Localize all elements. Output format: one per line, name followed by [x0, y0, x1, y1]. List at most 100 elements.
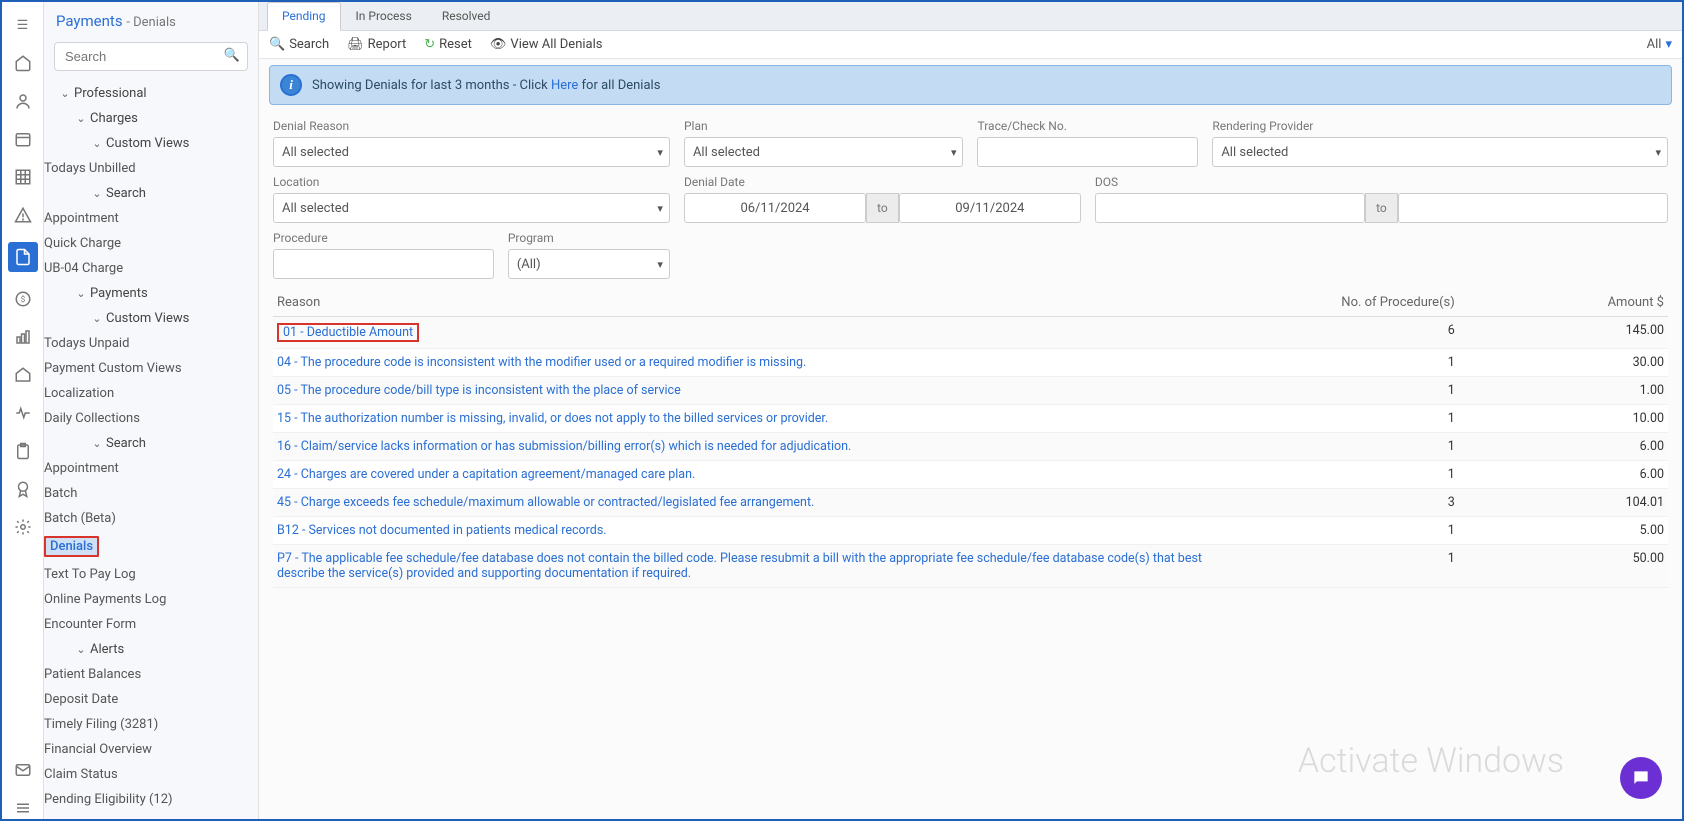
input-dos-to[interactable] — [1398, 193, 1668, 223]
menu-icon[interactable]: ☰ — [12, 14, 34, 36]
reason-link[interactable]: B12 - Services not documented in patient… — [277, 523, 607, 538]
nav-charges[interactable]: ⌄Charges — [44, 106, 258, 131]
nav-online-payments[interactable]: Online Payments Log — [44, 587, 258, 612]
select-program[interactable]: (All)▾ — [508, 249, 670, 279]
input-denial-date-to[interactable]: 09/11/2024 — [899, 193, 1081, 223]
chevron-down-icon: ▾ — [657, 258, 663, 271]
input-dos-from[interactable] — [1095, 193, 1365, 223]
reason-link[interactable]: 16 - Claim/service lacks information or … — [277, 439, 851, 454]
calendar-icon[interactable] — [12, 128, 34, 150]
nav-todays-unpaid[interactable]: Todays Unpaid — [44, 331, 258, 356]
sidebar-search-input[interactable] — [54, 42, 248, 71]
tab-pending[interactable]: Pending — [267, 2, 341, 31]
nav-localization[interactable]: Localization — [44, 381, 258, 406]
report-button[interactable]: 🖨Report — [347, 37, 406, 52]
col-reason[interactable]: Reason — [273, 289, 1250, 317]
nav-claim-status[interactable]: Claim Status — [44, 762, 258, 787]
select-denial-reason[interactable]: All selected▾ — [273, 137, 670, 167]
select-location[interactable]: All selected▾ — [273, 193, 670, 223]
nav-todays-unbilled[interactable]: Todays Unbilled — [44, 156, 258, 181]
results-table-wrap: Reason No. of Procedure(s) Amount $ 01 -… — [259, 279, 1682, 598]
user-icon[interactable] — [12, 90, 34, 112]
nav-professional[interactable]: ⌄Professional — [44, 81, 258, 106]
cell-amount: 10.00 — [1459, 405, 1668, 433]
info-icon: i — [280, 74, 302, 96]
nav-custom-views-pay[interactable]: ⌄Custom Views — [44, 306, 258, 331]
banner-link[interactable]: Here — [551, 78, 578, 93]
date-to-label: to — [866, 193, 899, 223]
input-trace[interactable] — [977, 137, 1198, 167]
home-icon[interactable] — [12, 52, 34, 74]
cell-procedures: 6 — [1250, 317, 1459, 349]
main: Pending In Process Resolved 🔍Search 🖨Rep… — [259, 2, 1682, 819]
reason-link[interactable]: 24 - Charges are covered under a capitat… — [277, 467, 695, 482]
nav-timely-filing[interactable]: Timely Filing (3281) — [44, 712, 258, 737]
nav-text-to-pay[interactable]: Text To Pay Log — [44, 562, 258, 587]
gear-icon[interactable] — [12, 516, 34, 538]
nav-custom-views[interactable]: ⌄Custom Views — [44, 131, 258, 156]
label-denial-reason: Denial Reason — [273, 119, 670, 133]
reason-link[interactable]: P7 - The applicable fee schedule/fee dat… — [277, 551, 1202, 581]
nav-payments[interactable]: ⌄Payments — [44, 281, 258, 306]
status-tabs: Pending In Process Resolved — [259, 2, 1682, 31]
nav-patient-balances[interactable]: Patient Balances — [44, 662, 258, 687]
icon-rail: ☰ $ — [2, 2, 44, 819]
dos-to-label: to — [1365, 193, 1398, 223]
list-icon[interactable] — [12, 797, 34, 819]
nav-appointment-charges[interactable]: Appointment — [44, 206, 258, 231]
nav-search-charges[interactable]: ⌄Search — [44, 181, 258, 206]
house2-icon[interactable] — [12, 364, 34, 386]
select-plan[interactable]: All selected▾ — [684, 137, 964, 167]
document-icon[interactable] — [8, 242, 38, 272]
grid-icon[interactable] — [12, 166, 34, 188]
nav-pending-eligibility[interactable]: Pending Eligibility (12) — [44, 787, 258, 812]
nav-appointment-pay[interactable]: Appointment — [44, 456, 258, 481]
nav-ub04[interactable]: UB-04 Charge — [44, 256, 258, 281]
nav-payment-custom-views[interactable]: Payment Custom Views — [44, 356, 258, 381]
chart-icon[interactable] — [12, 326, 34, 348]
col-amount[interactable]: Amount $ — [1459, 289, 1668, 317]
nav-financial-overview[interactable]: Financial Overview — [44, 737, 258, 762]
chat-fab[interactable] — [1620, 757, 1662, 799]
select-rendering[interactable]: All selected▾ — [1212, 137, 1668, 167]
reason-link[interactable]: 15 - The authorization number is missing… — [277, 411, 828, 426]
nav-alerts[interactable]: ⌄Alerts — [44, 637, 258, 662]
money-icon[interactable]: $ — [12, 288, 34, 310]
warning-icon[interactable] — [12, 204, 34, 226]
chevron-updown-icon: ▾ — [951, 146, 957, 159]
all-dropdown[interactable]: All▾ — [1647, 37, 1672, 52]
nav-daily-collections[interactable]: Daily Collections — [44, 406, 258, 431]
search-icon: 🔍 — [224, 48, 240, 63]
nav-deposit-date[interactable]: Deposit Date — [44, 687, 258, 712]
table-row: 04 - The procedure code is inconsistent … — [273, 349, 1668, 377]
nav-search-pay[interactable]: ⌄Search — [44, 431, 258, 456]
search-button[interactable]: 🔍Search — [269, 37, 329, 52]
svg-text:$: $ — [20, 294, 25, 305]
reset-button[interactable]: ↻Reset — [424, 37, 472, 52]
input-procedure[interactable] — [273, 249, 494, 279]
nav-quick-charge[interactable]: Quick Charge — [44, 231, 258, 256]
heart-icon[interactable] — [12, 402, 34, 424]
chat-icon — [1631, 768, 1651, 788]
reason-link[interactable]: 45 - Charge exceeds fee schedule/maximum… — [277, 495, 814, 510]
eye-icon: 👁 — [490, 37, 507, 52]
chevron-updown-icon: ▾ — [1655, 146, 1661, 159]
clipboard-icon[interactable] — [12, 440, 34, 462]
nav-batch[interactable]: Batch — [44, 481, 258, 506]
nav-encounter-form[interactable]: Encounter Form — [44, 612, 258, 637]
input-denial-date-from[interactable]: 06/11/2024 — [684, 193, 866, 223]
tab-in-process[interactable]: In Process — [341, 2, 427, 30]
nav-tree: ⌄Professional ⌄Charges ⌄Custom Views Tod… — [44, 81, 258, 812]
tab-resolved[interactable]: Resolved — [427, 2, 506, 30]
mail-icon[interactable] — [12, 759, 34, 781]
col-procedures[interactable]: No. of Procedure(s) — [1250, 289, 1459, 317]
label-rendering: Rendering Provider — [1212, 119, 1668, 133]
nav-denials[interactable]: Denials — [44, 531, 258, 562]
badge-icon[interactable] — [12, 478, 34, 500]
reason-link[interactable]: 01 - Deductible Amount — [277, 323, 419, 342]
nav-batch-beta[interactable]: Batch (Beta) — [44, 506, 258, 531]
view-all-button[interactable]: 👁View All Denials — [490, 37, 603, 52]
reason-link[interactable]: 05 - The procedure code/bill type is inc… — [277, 383, 681, 398]
page-title: Payments — [56, 12, 123, 30]
reason-link[interactable]: 04 - The procedure code is inconsistent … — [277, 355, 806, 370]
